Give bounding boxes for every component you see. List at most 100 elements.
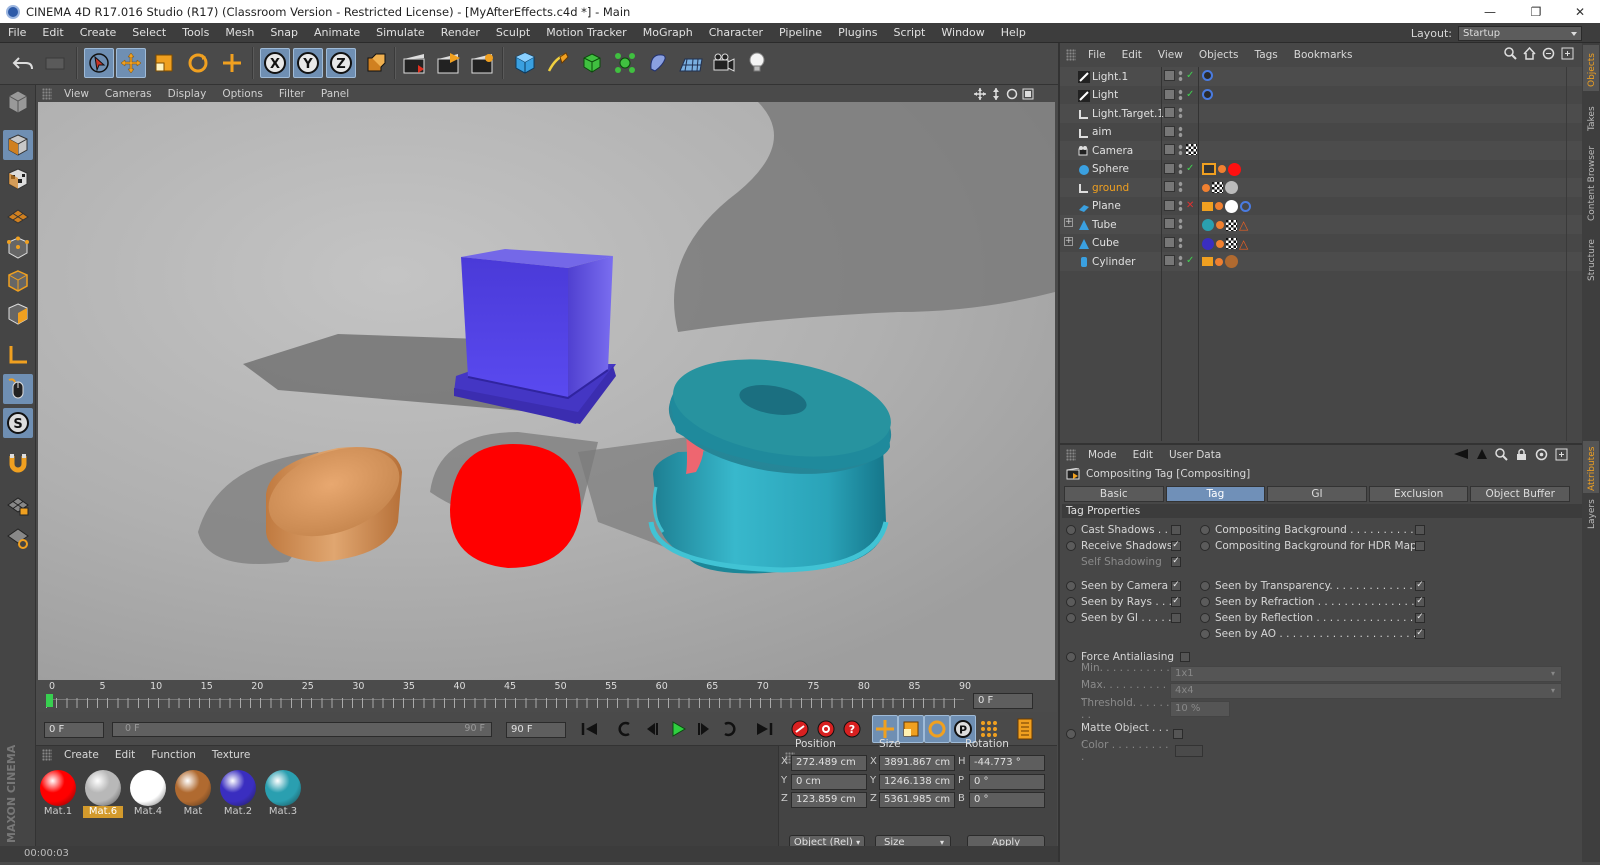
tab-attributes[interactable]: Attributes xyxy=(1587,446,1597,491)
search-icon[interactable] xyxy=(1495,448,1508,461)
menu-sculpt[interactable]: Sculpt xyxy=(488,23,538,43)
orbit-icon[interactable] xyxy=(1006,88,1018,100)
animate-radio[interactable] xyxy=(1066,728,1076,739)
object-name[interactable]: Light.1 xyxy=(1092,71,1128,83)
go-to-end-button[interactable] xyxy=(750,715,778,743)
color-swatch[interactable] xyxy=(1175,744,1203,757)
pan-icon[interactable] xyxy=(974,87,986,100)
visibility-dots-icon[interactable] xyxy=(1178,88,1183,100)
position-z-field[interactable]: 123.859 cm xyxy=(791,792,867,808)
layer-icon[interactable] xyxy=(1164,107,1175,118)
position-x-field[interactable]: 272.489 cm xyxy=(791,755,867,771)
material-mat-2[interactable]: Mat.2 xyxy=(218,768,258,820)
layer-icon[interactable] xyxy=(1164,144,1175,155)
new-window-icon[interactable] xyxy=(1555,448,1568,461)
object-name[interactable]: ground xyxy=(1092,182,1129,194)
menu-edit[interactable]: Edit xyxy=(34,23,71,43)
minimize-button[interactable]: — xyxy=(1470,0,1510,23)
object-row-cylinder[interactable]: Cylinder ✓ xyxy=(1060,252,1584,271)
right-prop-row[interactable]: Compositing Background for HDR Maps xyxy=(1200,537,1425,554)
menu-animate[interactable]: Animate xyxy=(306,23,368,43)
animate-radio[interactable] xyxy=(1200,580,1210,591)
perspective-viewport[interactable] xyxy=(38,102,1055,680)
object-visibility-flags[interactable]: ✓ xyxy=(1164,88,1194,100)
model-mode-button[interactable] xyxy=(3,130,33,160)
object-visibility-flags[interactable] xyxy=(1164,181,1183,192)
layer-icon[interactable] xyxy=(1164,218,1175,229)
transform-tool-button[interactable] xyxy=(217,48,247,78)
left-prop-row-seen-by-rays[interactable]: Seen by Rays . . . ✓ xyxy=(1066,593,1181,610)
objects-menu-bookmarks[interactable]: Bookmarks xyxy=(1286,49,1361,61)
disabled-icon[interactable]: ✕ xyxy=(1186,200,1194,211)
animate-radio[interactable] xyxy=(1066,596,1076,607)
x-axis-lock-button[interactable]: X xyxy=(260,48,290,78)
planar-workplane-button[interactable] xyxy=(3,523,33,553)
menu-help[interactable]: Help xyxy=(993,23,1034,43)
prop-checkbox[interactable]: ✓ xyxy=(1171,596,1181,607)
left-prop-row-seen-by-gi[interactable]: Seen by GI . . . . . xyxy=(1066,609,1181,626)
object-visibility-flags[interactable]: ✕ xyxy=(1164,199,1194,211)
size-y-field[interactable]: 1246.138 cm xyxy=(879,773,955,790)
object-tags[interactable] xyxy=(1202,255,1238,268)
prop-checkbox[interactable]: ✓ xyxy=(1415,628,1425,639)
select-tool-button[interactable] xyxy=(84,48,114,78)
viewport-menu-display[interactable]: Display xyxy=(160,88,215,100)
tab-gi[interactable]: GI xyxy=(1267,486,1367,502)
visibility-dots-icon[interactable] xyxy=(1178,70,1183,81)
size-x-field[interactable]: 3891.867 cm xyxy=(879,755,955,771)
object-name[interactable]: Tube xyxy=(1092,219,1117,231)
tab-object-buffer[interactable]: Object Buffer xyxy=(1470,486,1570,502)
objects-menu-objects[interactable]: Objects xyxy=(1191,49,1247,61)
filter-icon[interactable] xyxy=(1542,47,1555,60)
visibility-dots-icon[interactable] xyxy=(1178,236,1183,248)
prop-checkbox[interactable] xyxy=(1415,540,1425,551)
left-prop-row-cast-shadows[interactable]: Cast Shadows . . xyxy=(1066,521,1181,538)
material-mat-6[interactable]: Mat.6 xyxy=(83,768,123,820)
rotation-b-field[interactable]: 0 ° xyxy=(969,792,1045,808)
viewport-menu-panel[interactable]: Panel xyxy=(313,88,357,100)
points-mode-button[interactable] xyxy=(3,233,33,263)
visibility-dots-icon[interactable] xyxy=(1178,255,1183,266)
right-prop-row[interactable]: Seen by Transparency. . . . . . . . . . … xyxy=(1200,577,1425,594)
animate-radio[interactable] xyxy=(1200,596,1210,607)
object-name[interactable]: Sphere xyxy=(1092,163,1129,175)
menu-pipeline[interactable]: Pipeline xyxy=(771,23,830,43)
camera-tag-icon[interactable] xyxy=(1186,144,1197,155)
object-visibility-flags[interactable] xyxy=(1164,144,1197,155)
snap-button[interactable]: S xyxy=(3,408,33,438)
magnet-button[interactable] xyxy=(3,449,33,479)
object-visibility-flags[interactable] xyxy=(1164,107,1183,118)
enabled-check-icon[interactable]: ✓ xyxy=(1186,89,1194,100)
play-button[interactable] xyxy=(664,715,692,743)
max-dropdown[interactable]: 4x4 ▾ xyxy=(1170,683,1562,699)
visibility-dots-icon[interactable] xyxy=(1178,218,1183,229)
add-light-button[interactable] xyxy=(742,48,772,78)
object-row-camera[interactable]: Camera xyxy=(1060,141,1584,160)
coordinate-system-button[interactable] xyxy=(360,48,390,78)
objects-menu-tags[interactable]: Tags xyxy=(1247,49,1286,61)
object-visibility-flags[interactable]: ✓ xyxy=(1164,255,1194,266)
prop-checkbox[interactable] xyxy=(1415,524,1425,535)
object-row-light[interactable]: Light ✓ xyxy=(1060,85,1584,105)
object-row-light-target-1[interactable]: Light.Target.1 xyxy=(1060,104,1584,123)
tab-exclusion[interactable]: Exclusion xyxy=(1368,486,1469,502)
layer-icon[interactable] xyxy=(1164,199,1175,211)
next-frame-button[interactable] xyxy=(690,715,718,743)
make-editable-button[interactable] xyxy=(3,87,33,117)
menu-simulate[interactable]: Simulate xyxy=(368,23,433,43)
up-arrow-icon[interactable] xyxy=(1476,448,1488,460)
attributes-menu-mode[interactable]: Mode xyxy=(1080,449,1125,461)
prop-checkbox[interactable] xyxy=(1171,612,1181,623)
material-mat-1[interactable]: Mat.1 xyxy=(38,768,78,820)
prop-checkbox[interactable]: ✓ xyxy=(1171,540,1181,551)
object-visibility-flags[interactable]: ✓ xyxy=(1164,70,1194,81)
go-to-start-button[interactable] xyxy=(576,715,604,743)
add-scene-button[interactable] xyxy=(676,48,706,78)
object-row-cube[interactable]: + Cube △ xyxy=(1060,233,1584,253)
menu-file[interactable]: File xyxy=(0,23,34,43)
size-z-field[interactable]: 5361.985 cm xyxy=(879,792,955,808)
object-name[interactable]: Cube xyxy=(1092,237,1119,249)
material-mat-4[interactable]: Mat.4 xyxy=(128,768,168,820)
tweak-mode-button[interactable] xyxy=(3,374,33,404)
render-settings-button[interactable] xyxy=(468,48,498,78)
